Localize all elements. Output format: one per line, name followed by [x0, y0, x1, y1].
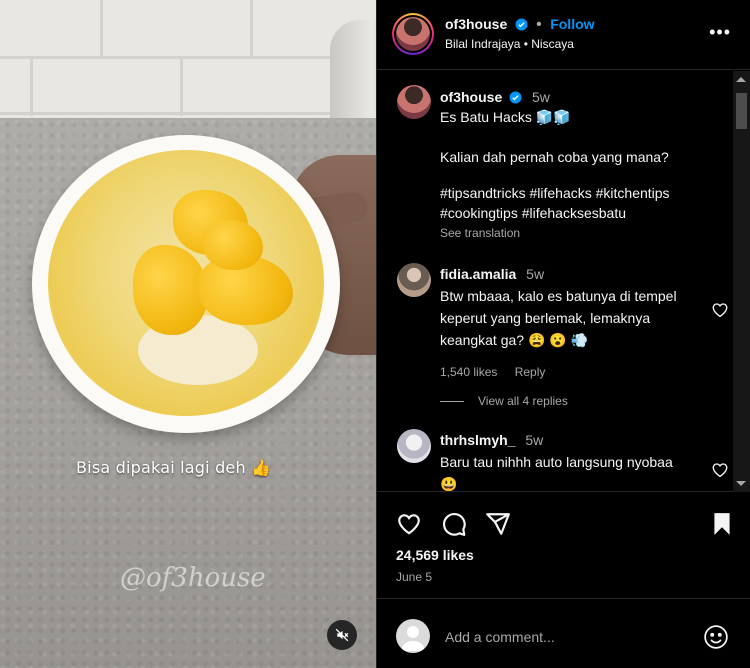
caption-avatar[interactable] — [397, 85, 431, 119]
post-header: of3house • Follow Bilal Indrajaya • Nisc… — [377, 0, 750, 70]
verified-badge-icon — [515, 18, 528, 31]
tile-line — [0, 112, 376, 115]
mango-chunk — [133, 245, 208, 335]
view-replies-button[interactable]: View all 4 replies — [440, 394, 568, 408]
caption-body: Kalian dah pernah coba yang mana? — [440, 149, 669, 165]
watermark: @of3house — [120, 563, 266, 593]
scroll-down-arrow[interactable] — [736, 481, 746, 486]
add-comment-bar — [377, 598, 750, 668]
tile-line — [250, 0, 253, 56]
caption-title: Es Batu Hacks 🧊🧊 — [440, 109, 571, 125]
bookmark-icon[interactable] — [709, 511, 735, 537]
comment-likes[interactable]: 1,540 likes — [440, 365, 497, 379]
commenter-avatar[interactable] — [397, 429, 431, 463]
header-username[interactable]: of3house — [445, 16, 507, 32]
view-replies-label: View all 4 replies — [478, 394, 568, 408]
comments-scrollbar[interactable] — [733, 71, 750, 492]
video-overlay-text: Bisa dipakai lagi deh 👍 — [76, 458, 272, 477]
bowl-contents — [48, 150, 324, 416]
post-actions — [377, 493, 750, 553]
comment-username[interactable]: fidia.amalia — [440, 266, 516, 282]
comment-heart-icon[interactable] — [711, 301, 729, 319]
current-user-avatar — [396, 619, 430, 653]
mango-chunk — [203, 220, 263, 270]
see-translation-link[interactable]: See translation — [440, 223, 730, 243]
verified-badge-icon — [509, 91, 522, 104]
tiled-wall — [0, 0, 376, 125]
tile-line — [0, 56, 376, 59]
caption: of3house 5w Es Batu Hacks 🧊🧊 Kalian dah … — [440, 87, 730, 243]
post-media[interactable]: Bisa dipakai lagi deh 👍 @of3house — [0, 0, 376, 668]
comment-heart-icon[interactable] — [711, 461, 729, 479]
caption-hashtags[interactable]: #tipsandtricks #lifehacks #kitchentips #… — [440, 183, 730, 223]
tile-line — [180, 56, 183, 116]
comment-username[interactable]: thrhslmyh_ — [440, 432, 515, 448]
post-panel: of3house • Follow Bilal Indrajaya • Nisc… — [376, 0, 750, 668]
mute-button[interactable] — [327, 620, 357, 650]
comment-text: Btw mbaaa, kalo es batunya di tempel kep… — [440, 288, 677, 348]
follow-button[interactable]: Follow — [550, 16, 594, 32]
comment-time: 5w — [526, 266, 545, 282]
comment-body: fidia.amalia 5w Btw mbaaa, kalo es batun… — [440, 263, 690, 383]
likes-count[interactable]: 24,569 likes — [396, 547, 474, 563]
separator-dot: • — [536, 16, 542, 33]
caption-time: 5w — [532, 89, 550, 105]
tile-line — [30, 56, 33, 116]
comment-body: thrhslmyh_ 5w Baru tau nihhh auto langsu… — [440, 429, 690, 492]
audio-info[interactable]: Bilal Indrajaya • Niscaya — [445, 37, 574, 51]
heart-icon[interactable] — [396, 511, 422, 537]
emoji-icon[interactable] — [703, 624, 729, 650]
comment-icon[interactable] — [441, 511, 467, 537]
profile-avatar[interactable] — [392, 13, 434, 55]
commenter-avatar[interactable] — [397, 263, 431, 297]
scrollbar-thumb[interactable] — [736, 93, 747, 129]
post-date[interactable]: June 5 — [396, 570, 432, 584]
comments-scroll-area[interactable]: of3house 5w Es Batu Hacks 🧊🧊 Kalian dah … — [377, 71, 750, 492]
muted-speaker-icon — [335, 628, 349, 642]
reply-button[interactable]: Reply — [515, 365, 546, 379]
add-comment-input[interactable] — [445, 625, 675, 649]
caption-username[interactable]: of3house — [440, 89, 502, 105]
scroll-up-arrow[interactable] — [736, 77, 746, 82]
tile-line — [100, 0, 103, 56]
share-icon[interactable] — [485, 511, 511, 537]
replies-line — [440, 400, 464, 402]
comment-time: 5w — [525, 432, 544, 448]
comment-text: Baru tau nihhh auto langsung nyobaa😃 — [440, 454, 673, 492]
more-options-icon[interactable]: ••• — [709, 22, 731, 43]
